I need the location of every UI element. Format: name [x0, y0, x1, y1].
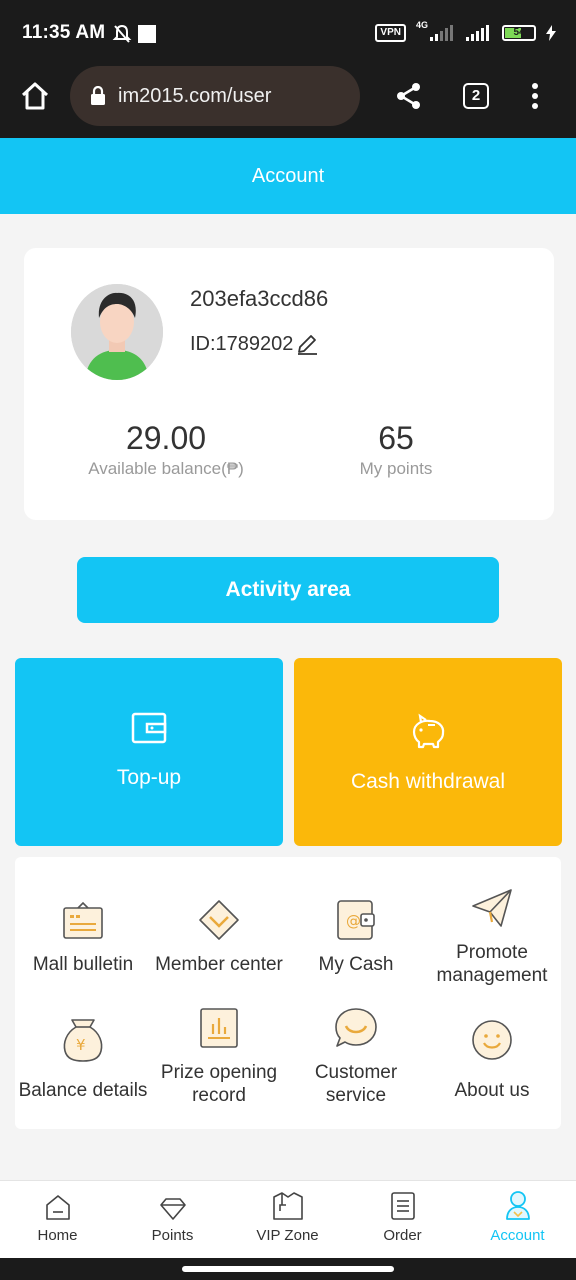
- notification-square-icon: [138, 25, 156, 43]
- menu-label: Mall bulletin: [32, 954, 134, 975]
- menu-about-us[interactable]: About us: [424, 1015, 560, 1102]
- wallet-card-icon: [131, 712, 167, 744]
- diamond-nav-icon: [159, 1198, 186, 1220]
- nav-account[interactable]: Account: [460, 1181, 575, 1259]
- status-bar: 11:35 AM VPN 4G 54: [0, 0, 576, 66]
- browser-toolbar: im2015.com/user 2: [0, 66, 576, 138]
- battery-icon: 54: [502, 25, 536, 41]
- menu-promote-management[interactable]: Promote management: [424, 883, 560, 987]
- address-bar[interactable]: im2015.com/user: [70, 66, 360, 126]
- balance-value: 29.00: [125, 420, 207, 456]
- edit-pencil-icon[interactable]: [295, 332, 319, 356]
- menu-balance-details[interactable]: ¥ Balance details: [15, 1015, 151, 1102]
- user-id-row: ID:1789202: [190, 332, 319, 356]
- menu-label: About us: [454, 1080, 530, 1101]
- account-icon: [505, 1191, 530, 1220]
- menu-label: Member center: [155, 954, 283, 975]
- points-label: My points: [359, 459, 433, 478]
- topup-label: Top-up: [116, 766, 182, 789]
- status-time: 11:35 AM: [22, 22, 106, 43]
- nav-vip-zone[interactable]: VIP Zone: [230, 1181, 345, 1259]
- menu-mall-bulletin[interactable]: Mall bulletin: [15, 895, 151, 976]
- charging-icon: [546, 25, 556, 41]
- muted-notification-icon: [112, 24, 132, 43]
- url-text: im2015.com/user: [118, 84, 272, 107]
- menu-label: Balance details: [18, 1080, 148, 1101]
- more-menu-icon[interactable]: [530, 82, 540, 110]
- username: 203efa3ccd86: [190, 286, 329, 311]
- menu-label: Customer service: [314, 1062, 398, 1106]
- svg-text:¥: ¥: [76, 1036, 86, 1054]
- balance-stat[interactable]: 29.00 Available balance(₱): [66, 420, 266, 479]
- bar-chart-icon: [200, 1008, 238, 1048]
- profile-card: 203efa3ccd86 ID:1789202 29.00 Available …: [24, 248, 554, 520]
- smile-icon: [472, 1020, 512, 1060]
- network-type: 4G: [415, 20, 428, 30]
- nav-label: Points: [151, 1227, 194, 1244]
- paper-plane-icon: [472, 889, 512, 927]
- balance-label: Available balance(₱): [88, 459, 244, 478]
- gesture-bar[interactable]: [182, 1266, 394, 1272]
- menu-panel: Mall bulletin Member center @ My Cash Pr…: [15, 857, 561, 1129]
- avatar: [71, 284, 163, 380]
- nav-label: Order: [383, 1227, 422, 1244]
- cash-withdrawal-label: Cash withdrawal: [350, 770, 506, 793]
- signal-icon: [430, 25, 453, 41]
- wallet-icon: @: [337, 900, 375, 940]
- home-nav-icon: [45, 1195, 70, 1220]
- menu-label: Prize opening record: [160, 1062, 278, 1106]
- chat-smile-icon: [335, 1008, 377, 1047]
- menu-label: My Cash: [318, 954, 394, 975]
- order-icon: [390, 1192, 415, 1220]
- menu-my-cash[interactable]: @ My Cash: [288, 895, 424, 976]
- vip-zone-icon: [272, 1192, 303, 1220]
- money-bag-icon: ¥: [63, 1019, 103, 1062]
- lock-icon: [91, 86, 105, 105]
- bulletin-icon: [63, 901, 103, 939]
- activity-area-button[interactable]: Activity area: [77, 557, 499, 623]
- piggy-bank-icon: [412, 713, 445, 749]
- cash-withdrawal-button[interactable]: Cash withdrawal: [294, 658, 562, 846]
- tab-switcher-button[interactable]: 2: [463, 83, 489, 109]
- nav-label: Home: [37, 1227, 78, 1244]
- signal-icon-2: [466, 25, 489, 41]
- page-title: Account: [0, 138, 576, 214]
- user-id: ID:1789202: [190, 332, 294, 355]
- menu-member-center[interactable]: Member center: [151, 895, 287, 976]
- nav-label: Account: [490, 1227, 545, 1244]
- nav-points[interactable]: Points: [115, 1181, 230, 1259]
- gesture-area: [0, 1258, 576, 1280]
- bottom-nav: Home Points VIP Zone Order Account: [0, 1180, 576, 1258]
- nav-order[interactable]: Order: [345, 1181, 460, 1259]
- menu-customer-service[interactable]: Customer service: [288, 1003, 424, 1107]
- diamond-icon: [199, 900, 239, 940]
- menu-label: Promote management: [436, 942, 548, 986]
- menu-prize-opening-record[interactable]: Prize opening record: [151, 1003, 287, 1107]
- share-icon[interactable]: [396, 82, 422, 110]
- home-icon[interactable]: [20, 81, 50, 111]
- vpn-badge: VPN: [375, 24, 406, 42]
- points-stat[interactable]: 65 My points: [296, 420, 496, 479]
- points-value: 65: [378, 420, 414, 456]
- nav-home[interactable]: Home: [0, 1181, 115, 1259]
- topup-button[interactable]: Top-up: [15, 658, 283, 846]
- svg-text:@: @: [346, 912, 361, 930]
- nav-label: VIP Zone: [256, 1227, 319, 1244]
